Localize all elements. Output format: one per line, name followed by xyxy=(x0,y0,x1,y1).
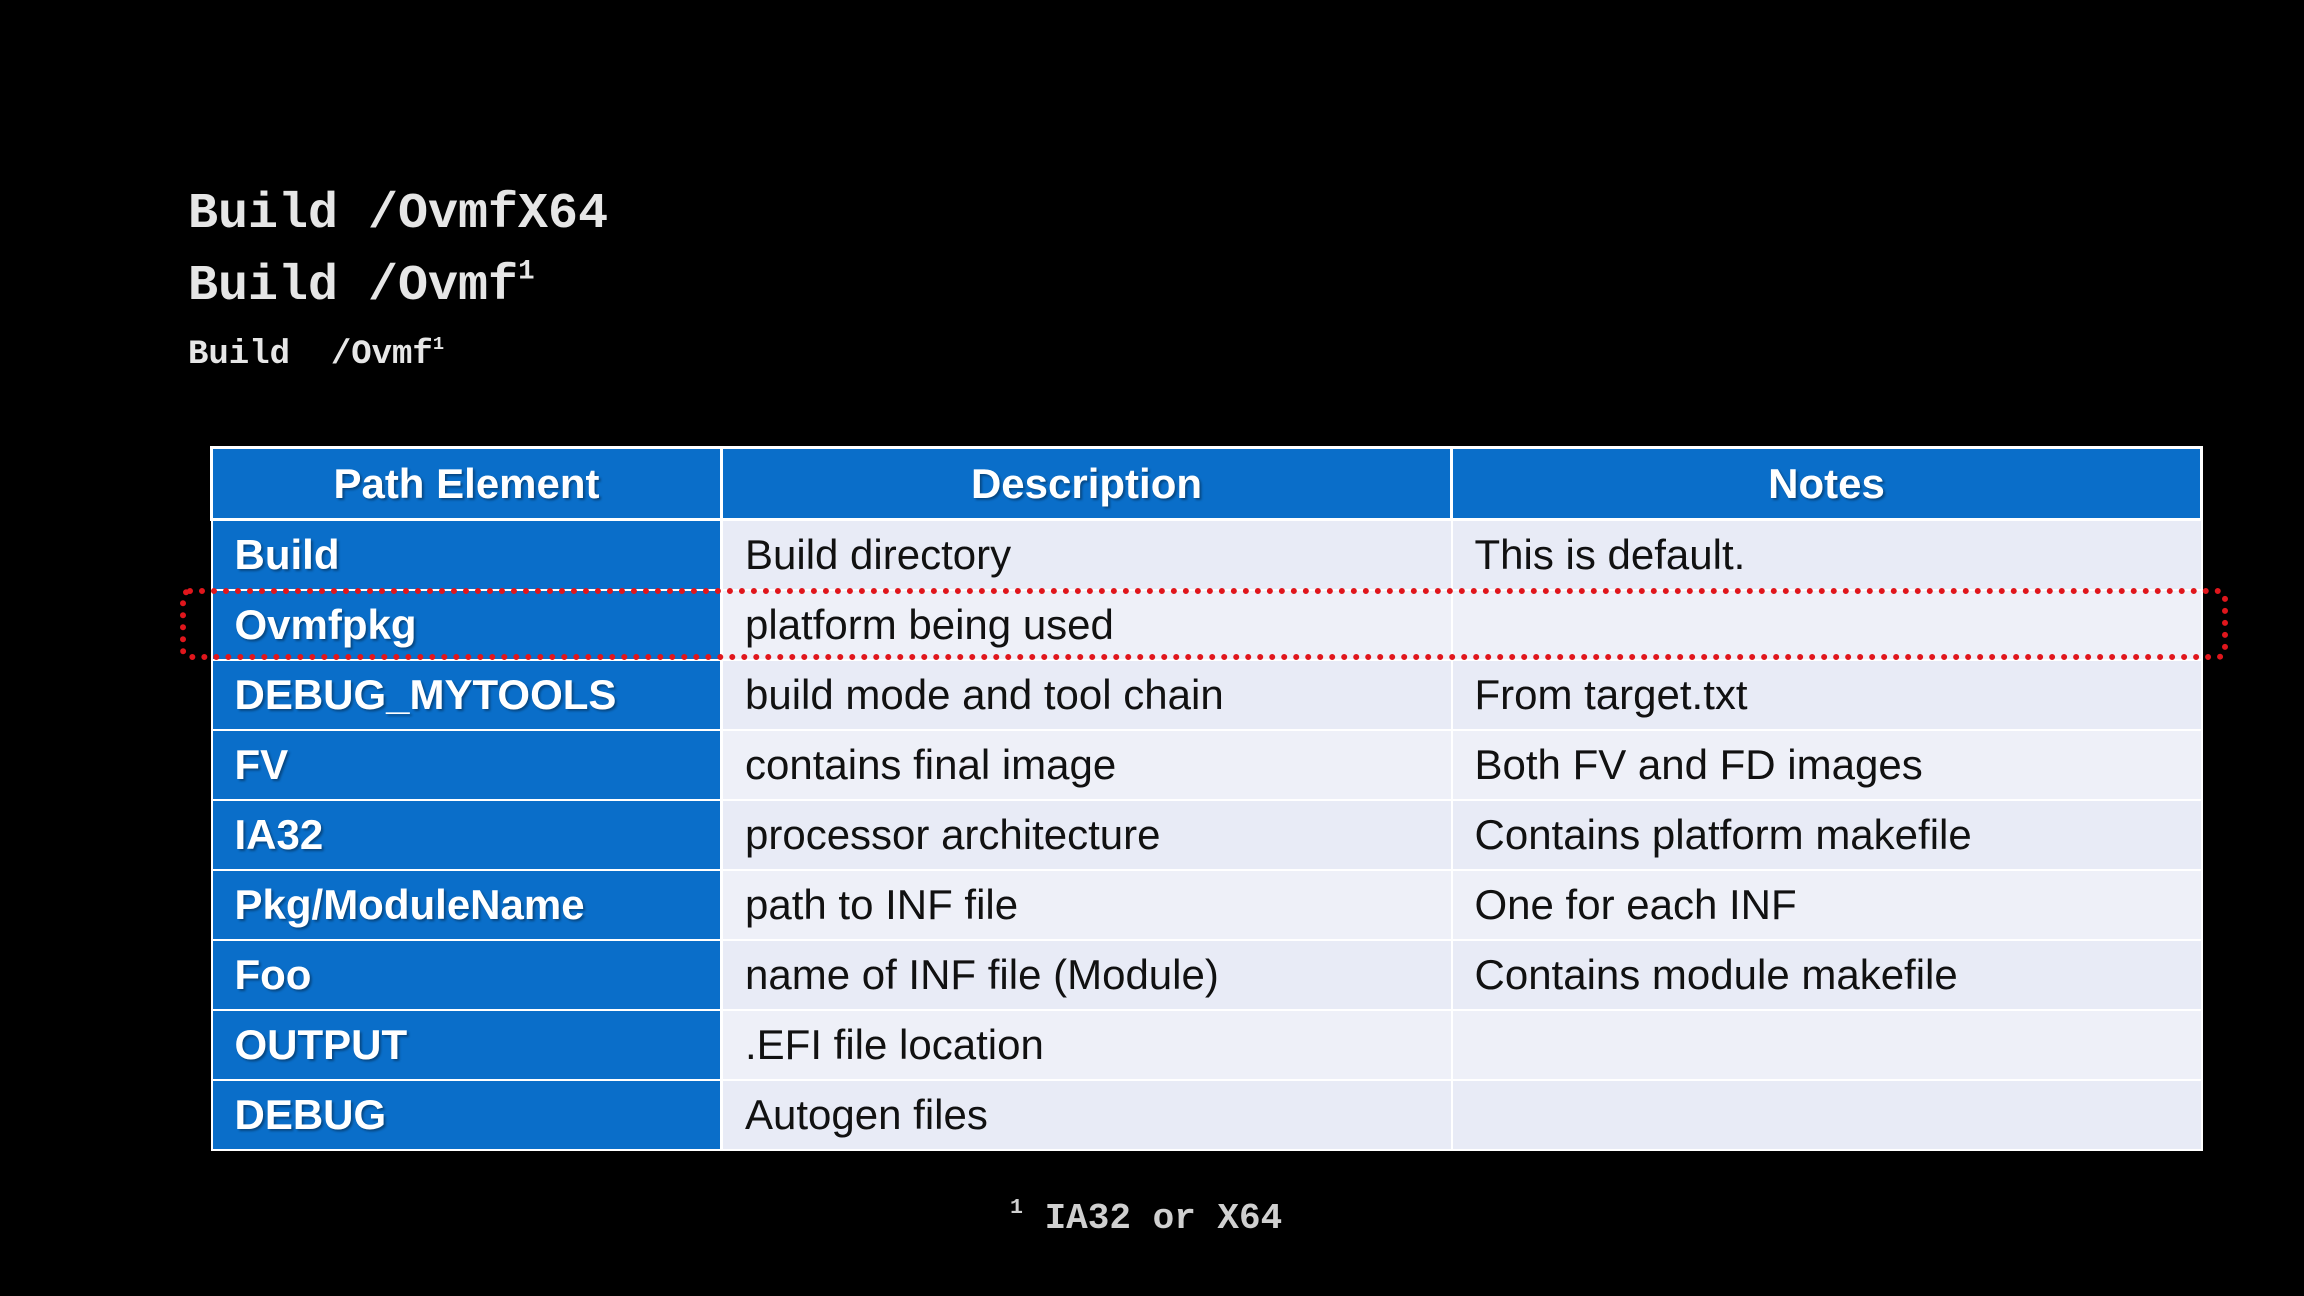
cell-notes xyxy=(1450,1009,2203,1081)
footnote: 1 IA32 or X64 xyxy=(1010,1195,1283,1239)
cell-description: build mode and tool chain xyxy=(720,659,1453,731)
path-text-block: Build /OvmfX64 Build /Ovmf1 Build /Ovmf1 xyxy=(188,190,608,374)
cell-path-element: DEBUG_MYTOOLS xyxy=(210,659,723,731)
path-element-table-container: Path Element Description Notes Build Bui… xyxy=(210,446,2203,1151)
path-line-3-superscript: 1 xyxy=(432,332,445,355)
path-line-2-superscript: 1 xyxy=(518,256,535,288)
footnote-text: IA32 or X64 xyxy=(1022,1198,1283,1239)
cell-path-element: IA32 xyxy=(210,799,723,871)
cell-path-element: DEBUG xyxy=(210,1079,723,1151)
path-line-3-text: Build /Ovmf xyxy=(188,336,433,374)
footnote-superscript: 1 xyxy=(1010,1195,1023,1220)
table-row: Foo name of INF file (Module) Contains m… xyxy=(210,939,2203,1011)
cell-description: name of INF file (Module) xyxy=(720,939,1453,1011)
header-description: Description xyxy=(720,446,1453,521)
cell-path-element: Foo xyxy=(210,939,723,1011)
path-line-3: Build /Ovmf1 xyxy=(188,335,608,374)
cell-description: Autogen files xyxy=(720,1079,1453,1151)
table-row: OUTPUT .EFI file location xyxy=(210,1009,2203,1081)
table-header-row: Path Element Description Notes xyxy=(210,446,2203,521)
cell-notes: Contains platform makefile xyxy=(1450,799,2203,871)
cell-description: Build directory xyxy=(720,518,1453,591)
path-element-table: Path Element Description Notes Build Bui… xyxy=(210,446,2203,1151)
cell-path-element: Pkg/ModuleName xyxy=(210,869,723,941)
cell-description: .EFI file location xyxy=(720,1009,1453,1081)
table-row: FV contains final image Both FV and FD i… xyxy=(210,729,2203,801)
table-row: Build Build directory This is default. xyxy=(210,518,2203,591)
cell-path-element: FV xyxy=(210,729,723,801)
cell-description: processor architecture xyxy=(720,799,1453,871)
cell-path-element: Build xyxy=(210,518,723,591)
table-row: IA32 processor architecture Contains pla… xyxy=(210,799,2203,871)
table-row: DEBUG_MYTOOLS build mode and tool chain … xyxy=(210,659,2203,731)
highlight-box-ovmfpkg-row xyxy=(180,588,2228,660)
path-line-1: Build /OvmfX64 xyxy=(188,190,608,262)
cell-description: path to INF file xyxy=(720,869,1453,941)
cell-notes: From target.txt xyxy=(1450,659,2203,731)
table-row: DEBUG Autogen files xyxy=(210,1079,2203,1151)
cell-notes xyxy=(1450,1079,2203,1151)
header-notes: Notes xyxy=(1450,446,2203,521)
path-line-2-text: Build /Ovmf xyxy=(188,258,519,315)
cell-notes: This is default. xyxy=(1450,518,2203,591)
cell-notes: Contains module makefile xyxy=(1450,939,2203,1011)
cell-notes: Both FV and FD images xyxy=(1450,729,2203,801)
cell-description: contains final image xyxy=(720,729,1453,801)
path-line-2: Build /Ovmf1 xyxy=(188,258,608,334)
header-path-element: Path Element xyxy=(210,446,723,521)
cell-notes: One for each INF xyxy=(1450,869,2203,941)
cell-path-element: OUTPUT xyxy=(210,1009,723,1081)
table-row: Pkg/ModuleName path to INF file One for … xyxy=(210,869,2203,941)
path-line-1-text: Build /OvmfX64 xyxy=(188,186,609,243)
